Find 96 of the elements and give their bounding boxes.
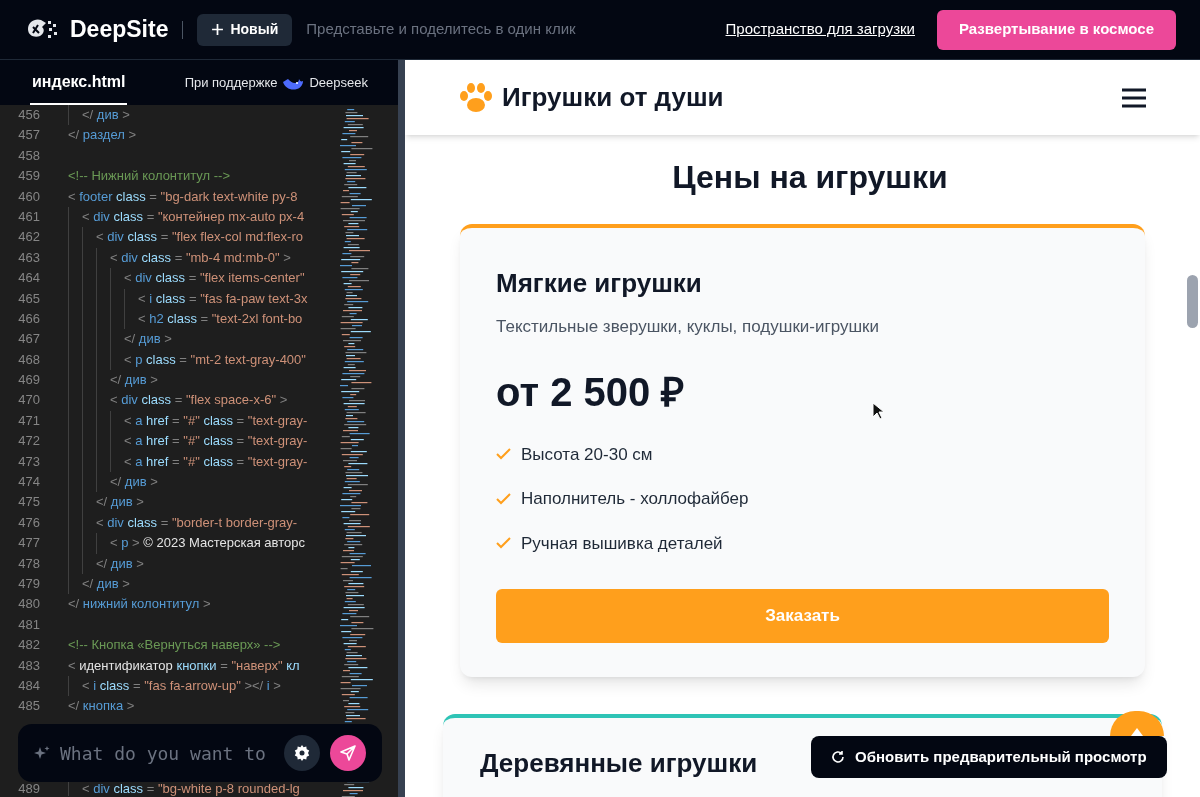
upload-link[interactable]: Пространство для загрузки <box>725 18 915 41</box>
code-line: < footer class = "bg-dark text-white py-8 <box>68 187 298 206</box>
line-number: 473 <box>17 452 40 471</box>
code-line: < div class = "flex space-x-6" > <box>110 391 288 410</box>
card-title: Деревянные игрушки <box>480 748 758 778</box>
paw-icon <box>458 81 494 114</box>
tagline: Представьте и поделитесь в один клик <box>306 19 576 40</box>
settings-button[interactable] <box>284 735 320 771</box>
code-line: < i class = "fas fa-arrow-up" ></ i > <box>82 676 281 695</box>
card-description: Текстильные зверушки, куклы, подушки-игрушки <box>496 316 880 338</box>
line-number: 457 <box>17 126 40 145</box>
line-number: 476 <box>17 513 40 532</box>
feature-text: Высота 20-30 см <box>521 443 653 466</box>
sparkle-icon <box>34 745 50 761</box>
line-number: 471 <box>17 411 40 430</box>
line-number: 470 <box>17 391 40 410</box>
logo-text: DeepSite <box>70 15 169 45</box>
card-title: Мягкие игрушки <box>496 268 702 298</box>
line-number: 469 <box>17 371 40 390</box>
code-line: </ раздел > <box>68 126 136 145</box>
file-tab[interactable]: индекс.html <box>30 60 128 105</box>
check-icon <box>496 492 511 505</box>
feature-text: Ручная вышивка деталей <box>521 532 723 555</box>
new-button[interactable]: Новый <box>197 13 293 46</box>
code-line: </ див > <box>82 106 130 124</box>
line-number: 484 <box>17 676 40 695</box>
prompt-field[interactable]: What do you want to <box>18 724 382 782</box>
code-line: </ див > <box>124 330 172 349</box>
resize-handle[interactable] <box>398 60 405 797</box>
line-number: 479 <box>17 575 40 593</box>
refresh-icon <box>831 750 845 764</box>
line-number: 477 <box>17 534 40 553</box>
line-number: 458 <box>17 146 40 165</box>
code-line: </ див > <box>96 554 144 573</box>
code-line: </ див > <box>110 473 158 492</box>
code-line: < h2 class = "text-2xl font-bo <box>138 309 303 328</box>
code-line: </ див > <box>110 371 158 390</box>
line-number: 481 <box>17 615 40 634</box>
plus-icon <box>211 23 225 36</box>
code-line: </ див > <box>82 575 130 593</box>
code-line: </ нижний колонтитул > <box>68 595 211 614</box>
code-line: < p > © 2023 Мастерская авторс <box>110 534 305 553</box>
code-line: < div class = "flex flex-col md:flex-ro <box>96 228 303 247</box>
code-line: < a href = "#" class = "text-gray- <box>124 452 308 471</box>
check-icon <box>496 537 511 550</box>
line-number: 463 <box>17 248 40 267</box>
line-number: 480 <box>17 595 40 614</box>
line-number: 467 <box>17 330 40 349</box>
cursor-icon <box>872 402 884 420</box>
feature-text: Наполнитель - холлофайбер <box>521 488 749 510</box>
scrollbar-thumb[interactable] <box>1187 275 1198 328</box>
settings-icon <box>294 745 310 761</box>
code-line: </ див > <box>96 493 144 512</box>
line-number: 460 <box>17 187 40 206</box>
code-line: < div class = "flex items-center" <box>124 269 305 288</box>
line-number: 462 <box>17 228 40 247</box>
line-number: 478 <box>17 554 40 573</box>
code-line: < div class = "mb-4 md:mb-0" > <box>110 248 291 267</box>
send-icon <box>340 745 356 761</box>
check-icon <box>496 448 511 461</box>
line-number: 472 <box>17 432 40 451</box>
line-number: 482 <box>17 636 40 655</box>
line-number: 464 <box>17 269 40 288</box>
code-line: <!-- Кнопка «Вернуться наверх» --> <box>68 636 281 655</box>
code-line: < div class = "bg-white p-8 rounded-lg <box>82 781 300 796</box>
line-number: 461 <box>17 207 40 226</box>
prompt-input[interactable]: What do you want to <box>60 739 274 767</box>
code-line: < div class = "контейнер mx-auto px-4 <box>82 207 305 226</box>
line-number: 468 <box>17 350 40 369</box>
section-title: Цены на игрушки <box>671 158 949 197</box>
refresh-preview-button[interactable]: Обновить предварительный просмотр <box>811 736 1167 778</box>
line-number: 483 <box>17 656 40 675</box>
brand-name: Игрушки от души <box>502 81 724 114</box>
code-line: < div class = "border-t border-gray- <box>96 513 298 532</box>
line-number: 459 <box>17 167 40 186</box>
code-line: </ кнопка > <box>68 697 135 716</box>
arrow-up-icon <box>1131 728 1143 736</box>
menu-icon[interactable] <box>1121 86 1147 109</box>
code-line: < a href = "#" class = "text-gray- <box>124 432 308 451</box>
send-button[interactable] <box>330 735 366 771</box>
line-number: 474 <box>17 473 40 492</box>
powered-by-label: При поддержке <box>184 73 278 92</box>
card-price: от 2 500 ₽ <box>496 368 685 416</box>
line-number: 475 <box>17 493 40 512</box>
code-line: <!-- Нижний колонтитул --> <box>68 167 231 186</box>
line-number: 466 <box>17 309 40 328</box>
code-line: < i class = "fas fa-paw text-3x <box>138 289 308 308</box>
code-line: < идентификатор кнопки = "наверх" кл <box>68 656 300 675</box>
provider-name: Deepseek <box>309 73 368 92</box>
code-line: < p class = "mt-2 text-gray-400" <box>124 350 306 369</box>
line-number: 465 <box>17 289 40 308</box>
line-number: 456 <box>17 106 40 124</box>
line-number: 489 <box>17 781 40 796</box>
code-line: < a href = "#" class = "text-gray- <box>124 411 308 430</box>
line-number: 485 <box>17 697 40 716</box>
deploy-button[interactable]: Развертывание в космосе <box>937 9 1176 50</box>
